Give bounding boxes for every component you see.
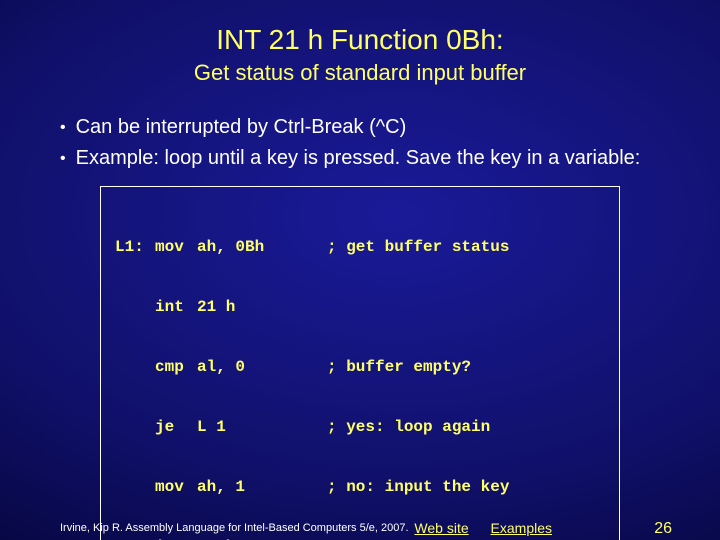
code-opcode: je [155, 417, 197, 437]
code-args: L 1 [197, 417, 327, 437]
bullet-item: • Can be interrupted by Ctrl-Break (^C) [60, 114, 660, 141]
code-comment: ; get buffer status [327, 237, 509, 257]
code-label [115, 297, 155, 317]
footer-links: Web site Examples [414, 520, 570, 536]
code-label [115, 477, 155, 497]
code-args: al, 0 [197, 357, 327, 377]
footer-citation: Irvine, Kip R. Assembly Language for Int… [60, 522, 409, 534]
bullet-text: Can be interrupted by Ctrl-Break (^C) [76, 114, 660, 141]
slide-title: INT 21 h Function 0Bh: [0, 24, 720, 56]
page-number: 26 [654, 520, 672, 538]
examples-link[interactable]: Examples [491, 520, 552, 536]
code-label [115, 357, 155, 377]
bullet-dot-icon: • [60, 148, 66, 170]
code-args: 21 h [197, 297, 327, 317]
code-args: ah, 1 [197, 477, 327, 497]
bullet-text: Example: loop until a key is pressed. Sa… [76, 145, 660, 172]
code-line: jeL 1; yes: loop again [115, 417, 605, 437]
bullet-dot-icon: • [60, 117, 66, 139]
code-line: cmpal, 0; buffer empty? [115, 357, 605, 377]
code-opcode: cmp [155, 357, 197, 377]
code-comment: ; no: input the key [327, 477, 509, 497]
code-comment: ; yes: loop again [327, 417, 490, 437]
code-comment: ; buffer empty? [327, 357, 471, 377]
code-line: int21 h [115, 297, 605, 317]
code-label: L1: [115, 237, 155, 257]
slide-subtitle: Get status of standard input buffer [0, 60, 720, 86]
code-block: L1:movah, 0Bh; get buffer status int21 h… [100, 186, 620, 540]
code-label [115, 417, 155, 437]
bullet-item: • Example: loop until a key is pressed. … [60, 145, 660, 172]
code-opcode: mov [155, 237, 197, 257]
code-args: ah, 0Bh [197, 237, 327, 257]
code-line: movah, 1; no: input the key [115, 477, 605, 497]
code-opcode: int [155, 297, 197, 317]
code-opcode: mov [155, 477, 197, 497]
website-link[interactable]: Web site [414, 520, 468, 536]
bullet-list: • Can be interrupted by Ctrl-Break (^C) … [60, 114, 660, 172]
code-line: L1:movah, 0Bh; get buffer status [115, 237, 605, 257]
